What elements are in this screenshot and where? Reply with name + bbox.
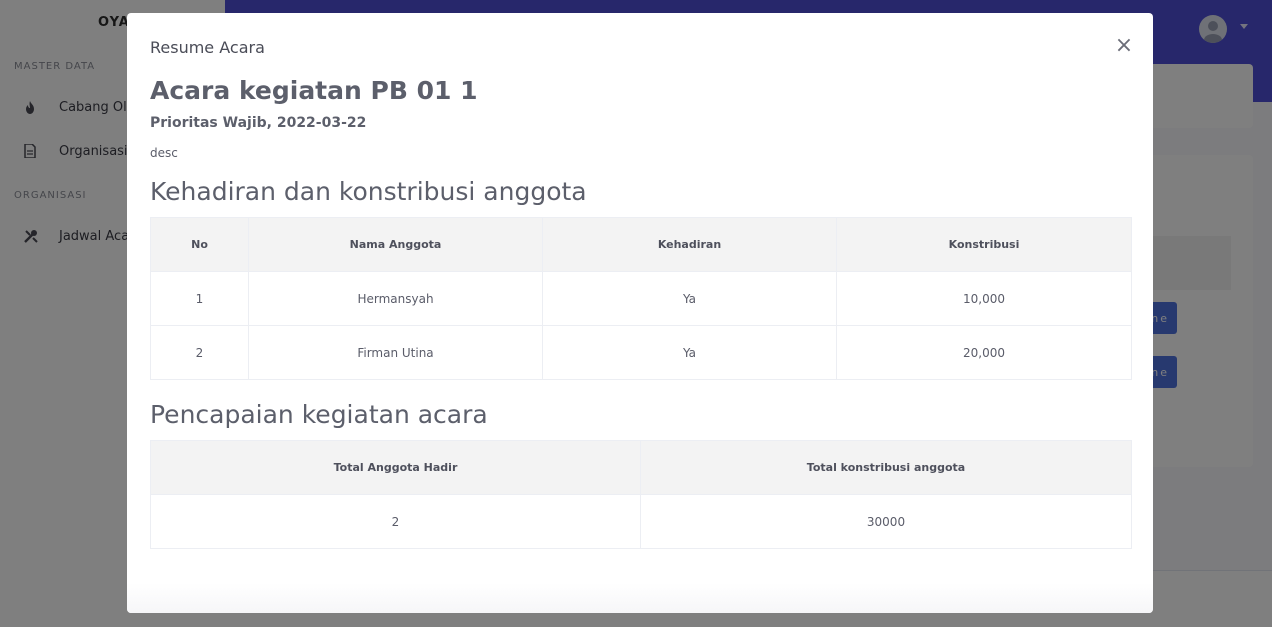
column-header-total-konstribusi: Total konstribusi anggota <box>640 440 1132 495</box>
cell-kehadiran: Ya <box>542 271 837 326</box>
cell-total-konstribusi: 30000 <box>640 494 1132 549</box>
cell-no: 1 <box>150 271 249 326</box>
cell-konstribusi: 20,000 <box>836 325 1132 380</box>
modal-bottom-fade <box>127 583 1153 613</box>
table-row: 2 Firman Utina Ya 20,000 <box>150 325 1132 380</box>
cell-nama-anggota: Firman Utina <box>248 325 543 380</box>
cell-total-anggota-hadir: 2 <box>150 494 641 549</box>
achievement-section-title: Pencapaian kegiatan acara <box>150 400 488 429</box>
column-header-total-anggota-hadir: Total Anggota Hadir <box>150 440 641 495</box>
cell-kehadiran: Ya <box>542 325 837 380</box>
close-icon[interactable]: × <box>1113 35 1135 57</box>
attendance-section-title: Kehadiran dan konstribusi anggota <box>150 177 587 206</box>
cell-no: 2 <box>150 325 249 380</box>
table-header-row: Total Anggota Hadir Total konstribusi an… <box>150 440 1132 495</box>
event-title: Acara kegiatan PB 01 1 <box>150 76 478 105</box>
event-subtitle: Prioritas Wajib, 2022-03-22 <box>150 115 367 131</box>
attendance-table: No Nama Anggota Kehadiran Konstribusi 1 … <box>150 217 1132 380</box>
modal-title: Resume Acara <box>150 38 265 57</box>
achievement-table: Total Anggota Hadir Total konstribusi an… <box>150 440 1132 549</box>
cell-nama-anggota: Hermansyah <box>248 271 543 326</box>
column-header-kehadiran: Kehadiran <box>542 217 837 272</box>
table-header-row: No Nama Anggota Kehadiran Konstribusi <box>150 217 1132 272</box>
resume-acara-modal: Resume Acara × Acara kegiatan PB 01 1 Pr… <box>127 13 1153 613</box>
cell-konstribusi: 10,000 <box>836 271 1132 326</box>
table-row: 2 30000 <box>150 494 1132 549</box>
column-header-no: No <box>150 217 249 272</box>
column-header-konstribusi: Konstribusi <box>836 217 1132 272</box>
table-row: 1 Hermansyah Ya 10,000 <box>150 271 1132 326</box>
column-header-nama-anggota: Nama Anggota <box>248 217 543 272</box>
event-description: desc <box>150 146 178 160</box>
